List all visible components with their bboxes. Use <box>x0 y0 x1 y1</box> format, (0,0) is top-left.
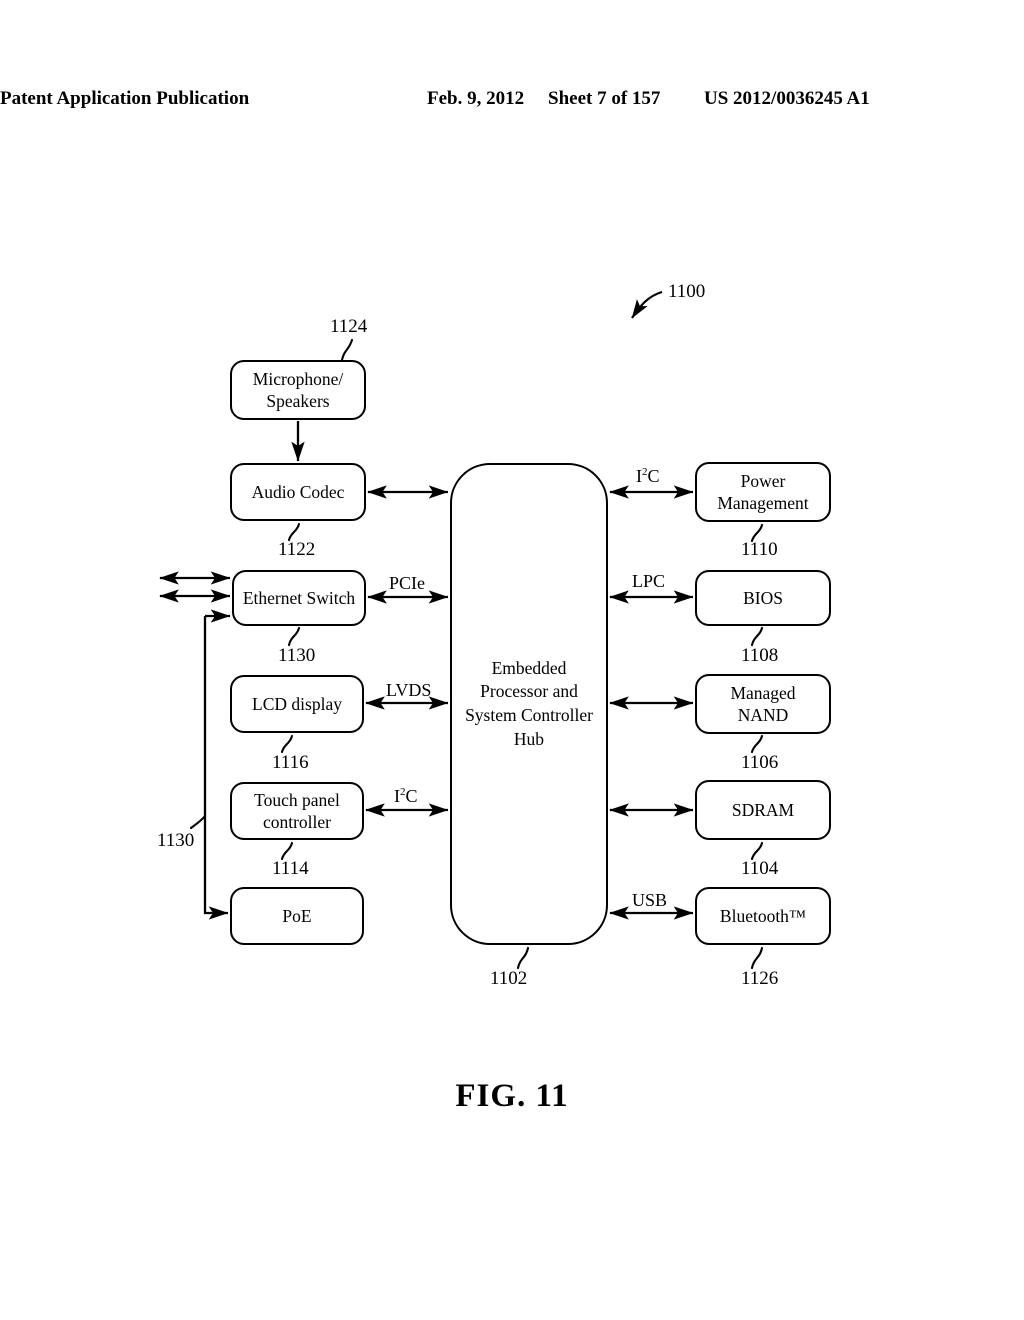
leader-1114 <box>280 841 294 861</box>
leader-1100-arrow <box>631 290 663 319</box>
ref-numeral-1122: 1122 <box>278 539 316 560</box>
block-power-management: Power Management <box>695 462 831 522</box>
ref-numeral-1104: 1104 <box>741 858 779 879</box>
block-bluetooth: Bluetooth™ <box>695 887 831 945</box>
bus-label-usb: USB <box>632 890 668 910</box>
leader-1106 <box>750 734 764 754</box>
block-sdram: SDRAM <box>695 780 831 840</box>
block-label-lcd-display: LCD display <box>252 693 342 714</box>
block-label-microphone-speakers: Microphone/ Speakers <box>252 368 344 411</box>
ref-numeral-1130-poe: 1130 <box>157 830 195 851</box>
block-label-sdram: SDRAM <box>731 799 795 820</box>
block-label-managed-nand: Managed NAND <box>730 682 796 725</box>
block-label-poe: PoE <box>282 905 312 926</box>
leader-1104 <box>750 841 764 861</box>
bus-label-lpc: LPC <box>632 571 666 591</box>
block-poe: PoE <box>230 887 364 945</box>
connector-poe-branch-lower <box>203 616 229 920</box>
block-ethernet-switch: Ethernet Switch <box>232 570 366 626</box>
block-managed-nand: Managed NAND <box>695 674 831 734</box>
bus-label-i2c-touch: I2C <box>394 786 418 806</box>
leader-1126 <box>750 946 764 970</box>
ref-numeral-1114: 1114 <box>272 858 309 879</box>
block-microphone-speakers: Microphone/ Speakers <box>230 360 366 420</box>
ref-numeral-1100: 1100 <box>668 281 706 302</box>
block-label-touch-panel-controller: Touch panel controller <box>254 789 340 832</box>
leader-1116 <box>280 734 294 754</box>
bus-label-pcie: PCIe <box>389 573 425 593</box>
leader-1122 <box>287 522 301 542</box>
block-label-embedded-processor-hub: Embedded Processor and System Controller… <box>465 657 593 749</box>
leader-1102 <box>516 946 530 970</box>
leader-1130-ethernet <box>287 626 301 647</box>
block-embedded-processor-hub: Embedded Processor and System Controller… <box>450 463 608 945</box>
header-date: Feb. 9, 2012 <box>427 88 525 109</box>
block-audio-codec: Audio Codec <box>230 463 366 521</box>
ref-numeral-1102: 1102 <box>490 968 528 989</box>
block-label-power-management: Power Management <box>717 470 809 513</box>
ref-numeral-1126: 1126 <box>741 968 779 989</box>
block-label-ethernet-switch: Ethernet Switch <box>242 587 356 608</box>
bus-label-i2c-power: I2C <box>636 466 660 486</box>
block-lcd-display: LCD display <box>230 675 364 733</box>
block-label-bios: BIOS <box>743 587 783 608</box>
header-sheet: Sheet 7 of 157 <box>548 88 661 109</box>
block-label-bluetooth: Bluetooth™ <box>719 905 807 926</box>
block-touch-panel-controller: Touch panel controller <box>230 782 364 840</box>
ref-numeral-1124: 1124 <box>330 316 368 337</box>
header-publication: Patent Application Publication <box>0 88 250 109</box>
block-label-audio-codec: Audio Codec <box>251 481 345 502</box>
ref-numeral-1106: 1106 <box>741 752 779 773</box>
page-header: Patent Application Publication Feb. 9, 2… <box>0 88 1024 114</box>
block-bios: BIOS <box>695 570 831 626</box>
ref-numeral-1130-ethernet: 1130 <box>278 645 316 666</box>
figure-caption: FIG. 11 <box>455 1078 569 1114</box>
leader-1108 <box>750 626 764 647</box>
leader-1130-poe <box>189 814 207 830</box>
header-patent-number: US 2012/0036245 A1 <box>704 88 870 109</box>
leader-1124 <box>340 338 354 362</box>
ref-numeral-1116: 1116 <box>272 752 309 773</box>
patent-figure-page: Patent Application Publication Feb. 9, 2… <box>0 0 1024 1320</box>
ref-numeral-1108: 1108 <box>741 645 779 666</box>
bus-label-lvds: LVDS <box>386 680 432 700</box>
ref-numeral-1110: 1110 <box>741 539 778 560</box>
